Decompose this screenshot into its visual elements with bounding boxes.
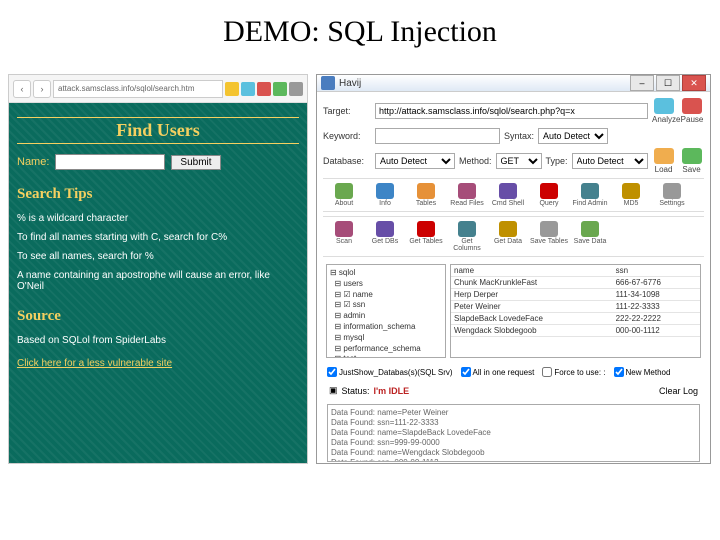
target-label: Target: xyxy=(323,106,371,116)
check4[interactable]: New Method xyxy=(614,367,671,377)
toolbar-item[interactable]: Read Files xyxy=(448,183,486,207)
schema-tree[interactable]: ⊟ sqlol ⊟ users ⊟ ☑ name ⊟ ☑ ssn ⊟ admin… xyxy=(326,264,446,358)
data-grid[interactable]: namessnChunk MacKrunkleFast666-67-6776He… xyxy=(450,264,701,358)
load-button[interactable]: Load xyxy=(652,148,676,174)
name-label: Name: xyxy=(17,156,49,168)
type-select[interactable]: Auto Detect xyxy=(572,153,648,169)
keyword-label: Keyword: xyxy=(323,131,371,141)
pause-button[interactable]: Pause xyxy=(680,98,704,124)
source-heading: Source xyxy=(17,306,299,327)
page-content: Find Users Name: Submit Search Tips % is… xyxy=(9,103,307,463)
maximize-button[interactable]: ☐ xyxy=(656,75,680,91)
keyword-input[interactable] xyxy=(375,128,500,144)
type-label: Type: xyxy=(546,156,568,166)
source-text: Based on SQLol from SpiderLabs xyxy=(17,335,299,346)
back-button[interactable]: ‹ xyxy=(13,80,31,98)
syntax-label: Syntax: xyxy=(504,131,534,141)
analyze-button[interactable]: Analyze xyxy=(652,98,676,124)
tip-text: % is a wildcard character xyxy=(17,213,299,224)
less-vulnerable-link[interactable]: Click here for a less vulnerable site xyxy=(17,358,299,369)
status-value: I'm IDLE xyxy=(374,386,410,396)
subtoolbar-item[interactable]: Scan xyxy=(325,221,363,252)
name-input[interactable] xyxy=(55,154,165,170)
toolbar-item[interactable]: About xyxy=(325,183,363,207)
app-icon xyxy=(321,76,335,90)
syntax-select[interactable]: Auto Detect xyxy=(538,128,608,144)
page-heading: Find Users xyxy=(17,117,299,144)
browser-extension-icons xyxy=(225,82,303,96)
clear-log-link[interactable]: Clear Log xyxy=(659,386,698,396)
tip-text: A name containing an apostrophe will cau… xyxy=(17,270,299,292)
check1[interactable]: JustShow_Databas(s)(SQL Srv) xyxy=(327,367,453,377)
status-label: Status: xyxy=(342,386,370,396)
toolbar-item[interactable]: MD5 xyxy=(612,183,650,207)
database-label: Database: xyxy=(323,156,371,166)
subtoolbar-item[interactable]: Get DBs xyxy=(366,221,404,252)
window-titlebar: Havij – ☐ ✕ xyxy=(317,75,710,92)
submit-button[interactable]: Submit xyxy=(171,155,220,170)
subtoolbar-item[interactable]: Get Columns xyxy=(448,221,486,252)
subtoolbar-item[interactable]: Save Data xyxy=(571,221,609,252)
check2[interactable]: All in one request xyxy=(461,367,535,377)
subtoolbar-item[interactable]: Get Data xyxy=(489,221,527,252)
browser-window: ‹ › attack.samsclass.info/sqlol/search.h… xyxy=(8,74,308,464)
toolbar-item[interactable]: Find Admin xyxy=(571,183,609,207)
database-select[interactable]: Auto Detect xyxy=(375,153,455,169)
tip-text: To find all names starting with C, searc… xyxy=(17,232,299,243)
subtoolbar-item[interactable]: Save Tables xyxy=(530,221,568,252)
tips-heading: Search Tips xyxy=(17,184,299,205)
method-label: Method: xyxy=(459,156,492,166)
sub-toolbar: ScanGet DBsGet TablesGet ColumnsGet Data… xyxy=(323,216,704,257)
status-icon: ▣ xyxy=(329,385,338,396)
target-input[interactable] xyxy=(375,103,648,119)
tool-window: Havij – ☐ ✕ Target: Analyze Pause Keywor… xyxy=(316,74,711,464)
subtoolbar-item[interactable]: Get Tables xyxy=(407,221,445,252)
main-toolbar: AboutInfoTablesRead FilesCmd ShellQueryF… xyxy=(323,178,704,212)
close-button[interactable]: ✕ xyxy=(682,75,706,91)
browser-address-bar: ‹ › attack.samsclass.info/sqlol/search.h… xyxy=(9,75,307,103)
minimize-button[interactable]: – xyxy=(630,75,654,91)
toolbar-item[interactable]: Settings xyxy=(653,183,691,207)
window-title: Havij xyxy=(339,78,630,89)
url-input[interactable]: attack.samsclass.info/sqlol/search.htm xyxy=(53,80,223,98)
check3[interactable]: Force to use: : xyxy=(542,367,605,377)
toolbar-item[interactable]: Cmd Shell xyxy=(489,183,527,207)
log-panel: Data Found: name=Peter WeinerData Found:… xyxy=(327,404,700,462)
forward-button[interactable]: › xyxy=(33,80,51,98)
slide-title: DEMO: SQL Injection xyxy=(0,0,720,74)
method-select[interactable]: GET xyxy=(496,153,542,169)
toolbar-item[interactable]: Tables xyxy=(407,183,445,207)
save-button[interactable]: Save xyxy=(680,148,704,174)
tip-text: To see all names, search for % xyxy=(17,251,299,262)
toolbar-item[interactable]: Query xyxy=(530,183,568,207)
toolbar-item[interactable]: Info xyxy=(366,183,404,207)
